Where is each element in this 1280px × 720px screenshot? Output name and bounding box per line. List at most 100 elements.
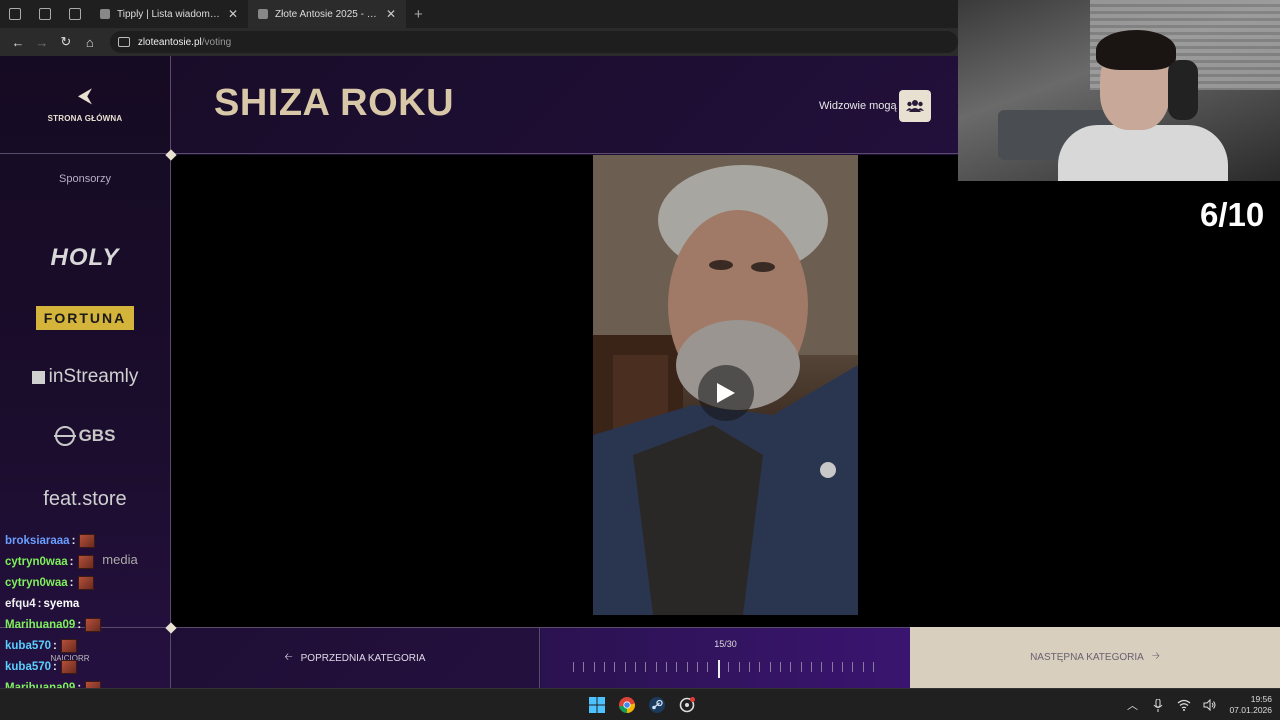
chat-separator: : <box>69 555 74 568</box>
chat-username: cytryn0waa <box>5 555 68 568</box>
progress-tick <box>862 662 864 672</box>
play-icon <box>717 383 735 403</box>
chat-emote-icon <box>60 659 77 674</box>
progress-tick <box>645 662 647 672</box>
sponsor-featstore-logo[interactable]: feat.store <box>0 488 170 511</box>
chat-emote-icon <box>77 554 94 569</box>
system-tray: ︿ 19:56 07.01.2026 <box>1125 689 1272 720</box>
viewers-button[interactable] <box>899 90 931 122</box>
progress-tick-current <box>717 660 720 678</box>
tab-pinned-3[interactable] <box>60 0 90 28</box>
chat-username: kuba570 <box>5 639 52 652</box>
chat-separator: : <box>77 618 82 631</box>
close-icon[interactable]: ✕ <box>386 7 396 21</box>
windows-start-icon[interactable] <box>585 693 609 717</box>
page-title: SHIZA ROKU <box>214 82 455 124</box>
streamer-webcam <box>958 0 1280 181</box>
progress-tick <box>738 662 740 672</box>
tab-tipply[interactable]: Tipply | Lista wiadomości ✕ <box>90 0 248 28</box>
forward-arrow-icon[interactable]: → <box>30 30 54 54</box>
sponsor-fortuna-logo[interactable]: FORTUNA <box>0 306 170 330</box>
taskbar-apps <box>585 693 699 717</box>
chat-text: syema <box>43 597 80 610</box>
progress-ticks <box>573 660 879 678</box>
tipply-favicon-icon <box>100 9 110 19</box>
progress-tick <box>790 662 792 672</box>
chat-message: kuba570: <box>5 635 165 656</box>
chrome-icon[interactable] <box>615 693 639 717</box>
steam-icon[interactable] <box>645 693 669 717</box>
tab-zlote-antosie[interactable]: Złote Antosie 2025 - Największ ✕ <box>248 0 406 28</box>
viewers-label: Widzowie mogą <box>819 100 897 112</box>
taskbar-clock[interactable]: 19:56 07.01.2026 <box>1229 694 1272 716</box>
progress-tick <box>573 662 574 672</box>
microphone-icon[interactable] <box>1151 698 1165 712</box>
previous-category-label: POPRZEDNIA KATEGORIA <box>300 653 426 664</box>
clock-date: 07.01.2026 <box>1229 705 1272 715</box>
progress-tick <box>655 662 657 672</box>
progress-tick <box>593 662 595 672</box>
tab-title: Tipply | Lista wiadomości <box>117 8 221 20</box>
progress-tick <box>697 662 699 672</box>
progress-tick <box>779 662 781 672</box>
gbs-crosshair-icon <box>53 426 76 446</box>
sponsor-holy-logo[interactable]: HOLY <box>0 244 170 272</box>
category-navigation: 🡠 POPRZEDNIA KATEGORIA 15/30 <box>171 627 958 689</box>
progress-tick <box>873 662 874 672</box>
instreamly-mark-icon <box>31 370 45 384</box>
tab-pinned-2[interactable] <box>30 0 60 28</box>
back-arrow-icon[interactable]: ← <box>6 30 30 54</box>
chat-separator: : <box>53 639 57 652</box>
site-info-icon[interactable] <box>117 37 130 47</box>
arrow-left-icon: ⮜ <box>77 85 93 107</box>
progress-tick <box>614 662 616 672</box>
clock-time: 19:56 <box>1250 694 1272 704</box>
url-host: zloteantosie.pl <box>137 36 202 48</box>
progress-tick <box>635 662 637 672</box>
chat-message: kuba570: <box>5 656 165 677</box>
next-category-label: NASTĘPNA KATEGORIA <box>1030 652 1144 663</box>
progress-tick <box>852 662 854 672</box>
chat-emote-icon <box>79 533 96 548</box>
home-link[interactable]: ⮜ STRONA GŁÓWNA <box>0 56 170 154</box>
chat-username: Marihuana09 <box>5 618 76 631</box>
progress-tick <box>841 662 843 672</box>
wifi-icon[interactable] <box>1177 698 1191 712</box>
app-icon[interactable] <box>675 693 699 717</box>
chat-message: efqu4: syema <box>5 593 165 614</box>
browser-tab-bar: Tipply | Lista wiadomości ✕ Złote Antosi… <box>0 0 958 28</box>
chat-emote-icon <box>60 638 77 653</box>
volume-icon[interactable] <box>1203 698 1217 712</box>
previous-category-button[interactable]: 🡠 POPRZEDNIA KATEGORIA <box>171 628 540 689</box>
streamer-body <box>1058 125 1228 181</box>
progress-tick <box>624 662 626 672</box>
sponsor-instreamly-logo[interactable]: inStreamly <box>0 366 170 388</box>
close-icon[interactable]: ✕ <box>228 7 238 21</box>
home-icon[interactable]: ⌂ <box>78 30 102 54</box>
chat-separator: : <box>69 576 74 589</box>
sponsor-gbs-logo[interactable]: GBS <box>0 426 170 446</box>
nominee-video[interactable] <box>593 155 858 615</box>
new-tab-plus-icon[interactable]: + <box>406 6 431 23</box>
next-category-button[interactable]: NASTĘPNA KATEGORIA 🡢 <box>910 627 1280 688</box>
chat-username: broksiaraaa <box>5 534 70 547</box>
chat-message: cytryn0waa: <box>5 551 165 572</box>
chat-message: Marihuana09: <box>5 614 165 635</box>
tab-pinned-1[interactable] <box>0 0 30 28</box>
progress-tick <box>707 662 709 672</box>
progress-tick <box>810 662 812 672</box>
progress-tick <box>666 662 668 672</box>
tab-icon <box>39 8 51 20</box>
arrow-right-icon: 🡢 <box>1151 651 1160 662</box>
chat-username: kuba570 <box>5 660 52 673</box>
progress-tick <box>748 662 750 672</box>
chevron-up-icon[interactable]: ︿ <box>1125 698 1139 712</box>
reload-icon[interactable]: ↻ <box>54 30 78 54</box>
chat-separator: : <box>53 660 57 673</box>
address-bar[interactable]: zloteantosie.pl/voting <box>109 31 959 53</box>
chat-separator: : <box>71 534 76 547</box>
progress-tick <box>583 662 585 672</box>
category-header: SHIZA ROKU Widzowie mogą <box>171 56 958 154</box>
play-button[interactable] <box>698 365 754 421</box>
progress-tick <box>604 662 606 672</box>
